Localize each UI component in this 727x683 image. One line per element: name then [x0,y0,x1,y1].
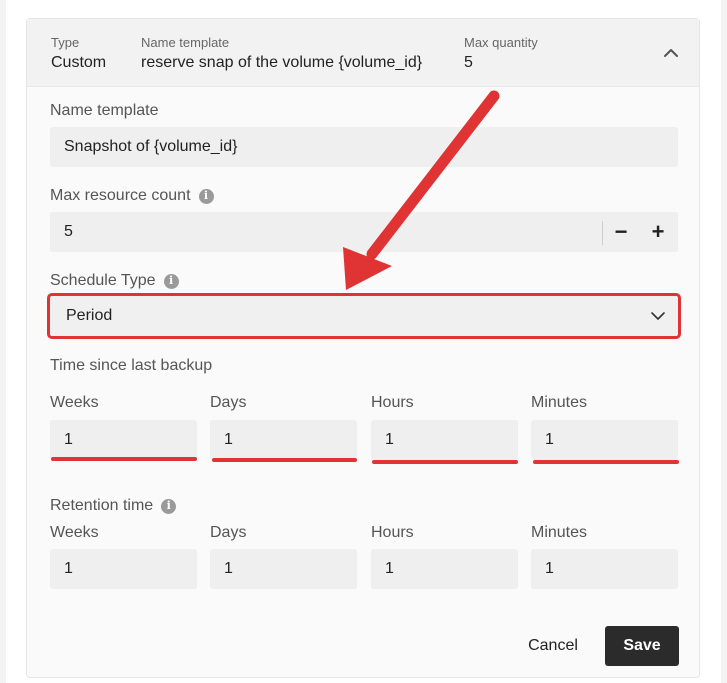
retention-hours-label: Hours [371,524,414,541]
retention-minutes-label: Minutes [531,524,588,541]
backup-hours-input[interactable]: 1 [371,420,518,460]
info-icon[interactable]: i [198,188,214,204]
retention-days-input[interactable]: 1 [210,549,357,589]
header-max-quantity-label: Max quantity [464,35,538,50]
card-header[interactable]: Type Custom Name template reserve snap o… [27,19,699,87]
retention-days-label: Days [210,524,247,541]
schedule-type-heading: Schedule Type i [50,271,179,291]
chevron-down-icon [651,312,665,320]
increment-button[interactable]: + [648,221,668,243]
page-edge-left [0,0,6,683]
stepper-divider [602,221,603,245]
decrement-button[interactable]: − [611,221,631,243]
header-type-value: Custom [51,54,107,71]
name-template-input[interactable]: Snapshot of {volume_id} [50,127,678,167]
max-resource-count-label: Max resource count [50,187,191,204]
header-max-quantity: Max quantity 5 [464,35,538,73]
save-button[interactable]: Save [605,626,679,666]
annotation-underline [51,457,197,461]
header-type-label: Type [51,35,80,50]
schedule-type-label: Schedule Type [50,272,156,289]
cancel-button[interactable]: Cancel [515,626,591,666]
header-max-quantity-value: 5 [464,54,473,71]
annotation-underline [372,460,518,464]
snapshot-policy-card: Type Custom Name template reserve snap o… [26,18,700,678]
header-name-template: Name template reserve snap of the volume… [141,35,422,73]
header-type: Type Custom [51,35,106,73]
max-resource-count-input[interactable]: 5 [50,212,678,252]
info-icon[interactable]: i [161,498,177,514]
retention-weeks-label: Weeks [50,524,99,541]
retention-hours-input[interactable]: 1 [371,549,518,589]
backup-minutes-input[interactable]: 1 [531,420,678,460]
backup-hours-label: Hours [371,394,414,411]
annotation-underline [533,460,679,464]
schedule-type-select[interactable]: Period [47,293,681,339]
max-resource-count-heading: Max resource count i [50,186,214,206]
backup-weeks-input[interactable]: 1 [50,420,197,460]
page-edge-right [721,0,727,683]
time-since-last-backup-label: Time since last backup [50,357,213,374]
retention-time-label: Retention time [50,497,154,514]
backup-minutes-label: Minutes [531,394,588,411]
retention-minutes-input[interactable]: 1 [531,549,678,589]
header-name-template-label: Name template [141,35,230,50]
backup-days-input[interactable]: 1 [210,420,357,460]
schedule-type-value: Period [66,307,113,324]
backup-days-label: Days [210,394,247,411]
annotation-underline [212,458,357,462]
name-template-label: Name template [50,102,159,119]
info-icon[interactable]: i [163,273,179,289]
retention-weeks-input[interactable]: 1 [50,549,197,589]
backup-weeks-label: Weeks [50,394,99,411]
header-name-template-value: reserve snap of the volume {volume_id} [141,54,423,71]
retention-time-heading: Retention time i [50,496,177,516]
collapse-chevron-up-icon[interactable] [661,43,681,63]
